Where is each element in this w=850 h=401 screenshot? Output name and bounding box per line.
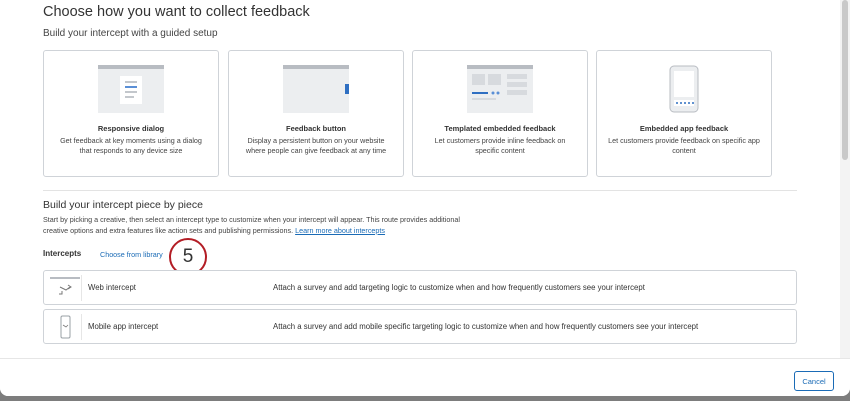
mobile-app-icon [669, 65, 699, 113]
choose-from-library-link[interactable]: Choose from library [100, 250, 163, 259]
description-text: Start by picking a creative, then select… [43, 215, 460, 235]
mobile-app-intercept-row[interactable]: Mobile app intercept Attach a survey and… [43, 309, 797, 344]
card-title: Templated embedded feedback [444, 124, 556, 133]
card-description: Let customers provide inline feedback on… [434, 136, 566, 155]
guided-setup-subtitle: Build your intercept with a guided setup [43, 28, 218, 39]
piece-by-piece-title: Build your intercept piece by piece [43, 199, 203, 211]
web-intercept-icon-box [48, 275, 82, 301]
section-divider [43, 190, 797, 191]
web-intercept-row[interactable]: Web intercept Attach a survey and add ta… [43, 270, 797, 305]
card-title: Feedback button [285, 124, 346, 133]
learn-more-link[interactable]: Learn more about intercepts [295, 226, 385, 235]
card-title: Embedded app feedback [639, 124, 729, 133]
card-description: Let customers provide feedback on specif… [608, 136, 760, 155]
card-description: Display a persistent button on your webs… [245, 136, 387, 155]
page-title: Choose how you want to collect feedback [43, 4, 310, 20]
vertical-scrollbar[interactable] [840, 0, 850, 358]
row-description: Attach a survey and add targeting logic … [273, 283, 645, 292]
feedback-modal: Choose how you want to collect feedback … [0, 0, 850, 396]
piece-by-piece-description: Start by picking a creative, then select… [43, 215, 483, 236]
card-feedback-button[interactable]: Feedback button Display a persistent but… [228, 50, 404, 177]
cancel-button[interactable]: Cancel [794, 371, 834, 391]
dialog-icon [98, 65, 164, 113]
row-name: Web intercept [88, 283, 136, 292]
web-intercept-icon [50, 277, 80, 295]
row-name: Mobile app intercept [88, 322, 159, 331]
modal-footer: Cancel [0, 358, 850, 396]
card-templated-embedded-feedback[interactable]: Templated embedded feedback Let customer… [412, 50, 588, 177]
embedded-feedback-icon [467, 65, 533, 113]
card-title: Responsive dialog [97, 124, 165, 133]
feedback-button-icon [283, 65, 349, 113]
row-description: Attach a survey and add mobile specific … [273, 322, 699, 331]
card-responsive-dialog[interactable]: Responsive dialog Get feedback at key mo… [43, 50, 219, 177]
card-description: Get feedback at key moments using a dial… [60, 136, 202, 155]
mobile-intercept-icon-box [48, 314, 82, 340]
intercepts-label: Intercepts [43, 249, 82, 258]
card-embedded-app-feedback[interactable]: Embedded app feedback Let customers prov… [596, 50, 772, 177]
mobile-intercept-icon [60, 315, 71, 339]
modal-content: Choose how you want to collect feedback … [0, 0, 840, 358]
scrollbar-thumb[interactable] [842, 0, 848, 160]
